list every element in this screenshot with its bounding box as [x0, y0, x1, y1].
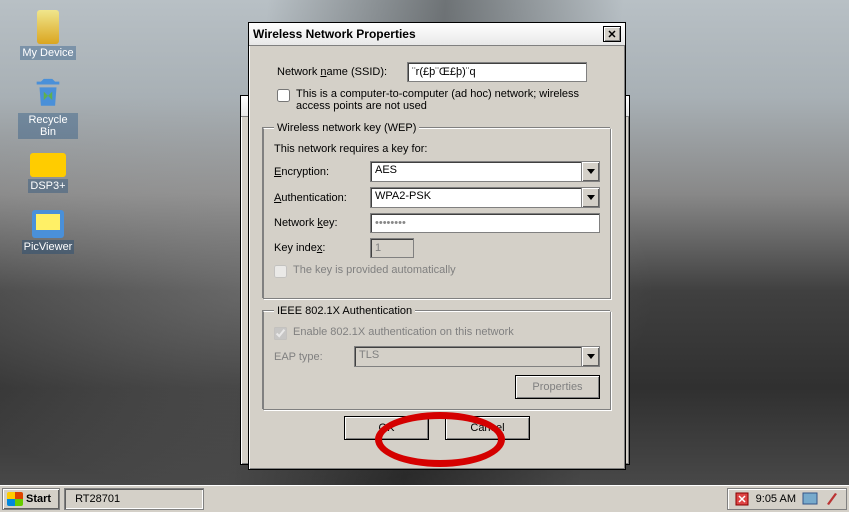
icon-label: Recycle Bin — [18, 113, 78, 139]
auth-select[interactable]: WPA2-PSK — [370, 187, 600, 208]
desktop-icon-picviewer[interactable]: PicViewer — [18, 210, 78, 254]
wep-legend: Wireless network key (WEP) — [274, 122, 419, 134]
desktop-icon-my-device[interactable]: My Device — [18, 10, 78, 60]
device-icon — [37, 10, 59, 44]
close-icon: ✕ — [607, 28, 616, 41]
system-tray: 9:05 AM — [727, 488, 847, 510]
wireless-properties-dialog: Wireless Network Properties ✕ Network na… — [248, 22, 626, 470]
encryption-select[interactable]: AES — [370, 161, 600, 182]
dropdown-icon[interactable] — [581, 162, 599, 181]
auth-value: WPA2-PSK — [371, 188, 581, 207]
encryption-value: AES — [371, 162, 581, 181]
desktop[interactable]: My Device Recycle Bin DSP3+ PicViewer Wi… — [0, 0, 849, 485]
tray-network-icon[interactable] — [734, 491, 750, 507]
eap-label: EAP type: — [274, 351, 354, 363]
dropdown-icon — [581, 347, 599, 366]
encryption-label: Encryption: — [274, 166, 370, 178]
properties-button: Properties — [515, 375, 600, 399]
ok-button[interactable]: OK — [344, 416, 429, 440]
ieee-legend: IEEE 802.1X Authentication — [274, 305, 415, 317]
taskbar: Start RT28701 9:05 AM — [0, 485, 849, 512]
icon-label: DSP3+ — [28, 179, 67, 193]
close-button[interactable]: ✕ — [603, 26, 621, 42]
taskbar-task-rt28701[interactable]: RT28701 — [64, 488, 204, 510]
netkey-label: Network key: — [274, 217, 370, 229]
desktop-icon-dsp3[interactable]: DSP3+ — [18, 145, 78, 193]
network-key-input[interactable] — [370, 213, 600, 233]
key-index-input — [370, 238, 414, 258]
dropdown-icon[interactable] — [581, 188, 599, 207]
windows-logo-icon — [7, 492, 23, 506]
wep-requires-text: This network requires a key for: — [274, 143, 600, 155]
ieee-fieldset: IEEE 802.1X Authentication Enable 802.1X… — [263, 305, 611, 410]
adhoc-checkbox[interactable] — [277, 89, 290, 102]
enable-8021x-label: Enable 802.1X authentication on this net… — [293, 326, 514, 338]
icon-label: PicViewer — [22, 240, 75, 254]
desktop-icon-recycle-bin[interactable]: Recycle Bin — [18, 75, 78, 139]
wep-fieldset: Wireless network key (WEP) This network … — [263, 122, 611, 299]
start-button[interactable]: Start — [2, 488, 60, 510]
dialog-titlebar[interactable]: Wireless Network Properties ✕ — [249, 23, 625, 46]
eap-select: TLS — [354, 346, 600, 367]
recycle-icon — [30, 75, 66, 111]
auto-key-label: The key is provided automatically — [293, 264, 456, 276]
icon-label: My Device — [20, 46, 75, 60]
task-label: RT28701 — [75, 493, 120, 505]
enable-8021x-checkbox — [274, 327, 287, 340]
eap-value: TLS — [355, 347, 581, 366]
start-label: Start — [26, 493, 51, 505]
ssid-input[interactable] — [407, 62, 587, 82]
tray-pen-icon[interactable] — [824, 491, 840, 507]
clock[interactable]: 9:05 AM — [756, 493, 796, 505]
tray-desktop-icon[interactable] — [802, 491, 818, 507]
dialog-title: Wireless Network Properties — [253, 27, 416, 41]
dsp-icon — [30, 153, 66, 177]
keyindex-label: Key index: — [274, 242, 370, 254]
auto-key-checkbox — [274, 265, 287, 278]
auth-label: Authentication: — [274, 192, 370, 204]
adhoc-label: This is a computer-to-computer (ad hoc) … — [296, 88, 611, 112]
picviewer-icon — [32, 210, 64, 238]
ssid-label: Network name (SSID): — [277, 66, 407, 78]
cancel-button[interactable]: Cancel — [445, 416, 530, 440]
